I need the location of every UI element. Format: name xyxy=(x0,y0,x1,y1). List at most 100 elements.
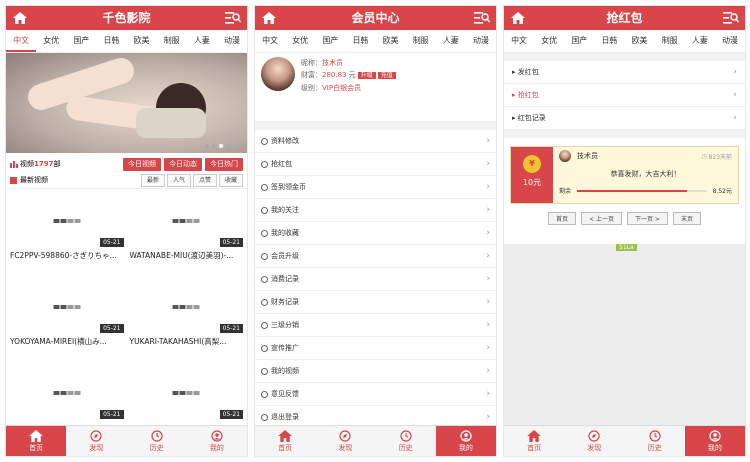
tab-wife[interactable]: 人妻 xyxy=(685,30,715,52)
tab-chinese[interactable]: 中文 xyxy=(504,30,534,52)
tab-jpkr[interactable]: 日韩 xyxy=(594,30,624,52)
video-card[interactable]: 05-21 WATANABE-MIU(渡辺美羽)-... xyxy=(129,189,244,275)
first-page-button[interactable]: 首页 xyxy=(548,212,577,225)
home-icon[interactable] xyxy=(12,10,28,26)
menu-redpacket-records[interactable]: ▸ 红包记录 › xyxy=(504,107,745,130)
menu-checkin[interactable]: 签到领金币 › xyxy=(255,176,496,199)
tab-uniform[interactable]: 制服 xyxy=(157,30,187,52)
home-icon[interactable] xyxy=(510,10,526,26)
tab-western[interactable]: 欧美 xyxy=(625,30,655,52)
last-page-button[interactable]: 末页 xyxy=(672,212,701,225)
menu-favorites[interactable]: 我的收藏 › xyxy=(255,222,496,245)
redpacket-envelope[interactable]: ¥ 10元 xyxy=(511,147,553,203)
video-card[interactable]: 05-21 FC2PPV-598860-さぎりちゃ... xyxy=(10,189,124,275)
menu-spending[interactable]: 消费记录 › xyxy=(255,268,496,291)
nav-home[interactable]: 首页 xyxy=(6,426,67,456)
tab-domestic[interactable]: 国产 xyxy=(564,30,594,52)
banner-image[interactable] xyxy=(6,53,247,153)
nav-home[interactable]: 首页 xyxy=(504,426,564,456)
nav-history[interactable]: 历史 xyxy=(376,426,436,456)
menu-grab-redpacket[interactable]: ▸ 抢红包 › xyxy=(504,84,745,107)
tab-anime[interactable]: 动漫 xyxy=(715,30,745,52)
tab-actress[interactable]: 女优 xyxy=(36,30,66,52)
carousel-dots[interactable] xyxy=(205,144,237,148)
post-time: 823天前 xyxy=(708,153,732,161)
tab-chinese[interactable]: 中文 xyxy=(255,30,285,52)
menu-promote[interactable]: 宣传推广 › xyxy=(255,337,496,360)
sort-latest-button[interactable]: 最新 xyxy=(140,173,165,187)
sort-likes-button[interactable]: 点赞 xyxy=(192,173,217,187)
home-icon[interactable] xyxy=(261,10,277,26)
next-page-button[interactable]: 下一页 > xyxy=(627,212,668,225)
video-thumbnail[interactable]: 05-21 xyxy=(129,189,243,249)
video-title[interactable]: WATANABE-MIU(渡辺美羽)-... xyxy=(130,249,244,263)
upgrade-button[interactable]: 升级 xyxy=(357,72,376,79)
nav-label: 发现 xyxy=(89,444,104,452)
avatar[interactable] xyxy=(261,57,295,91)
chevron-right-icon: › xyxy=(486,274,490,284)
menu-follows[interactable]: 我的关注 › xyxy=(255,199,496,222)
tab-wife[interactable]: 人妻 xyxy=(436,30,466,52)
tab-jpkr[interactable]: 日韩 xyxy=(345,30,375,52)
nav-label: 首页 xyxy=(278,444,293,452)
nav-mine[interactable]: 我的 xyxy=(684,426,745,456)
video-count: 1797 xyxy=(34,160,54,168)
tab-domestic[interactable]: 国产 xyxy=(315,30,345,52)
tab-wife[interactable]: 人妻 xyxy=(187,30,217,52)
menu-upgrade[interactable]: 会员升级 › xyxy=(255,245,496,268)
menu-grab-redpacket[interactable]: 抢红包 › xyxy=(255,153,496,176)
tab-anime[interactable]: 动漫 xyxy=(466,30,496,52)
video-title[interactable]: YUKARI-TAKAHASHI(高梨... xyxy=(130,335,244,349)
tab-actress[interactable]: 女优 xyxy=(285,30,315,52)
video-card[interactable]: 05-21 YUKARI-TAKAHASHI(高梨... xyxy=(129,275,244,361)
video-card[interactable]: 05-21 YOKOYAMA-MIREI(横山み... xyxy=(10,275,124,361)
menu-feedback[interactable]: 意见反馈 › xyxy=(255,383,496,406)
tab-actress[interactable]: 女优 xyxy=(534,30,564,52)
menu-distribution[interactable]: 三级分销 › xyxy=(255,314,496,337)
nav-discover[interactable]: 发现 xyxy=(66,426,126,456)
nav-mine[interactable]: 我的 xyxy=(187,426,247,456)
video-thumbnail[interactable]: 05-21 xyxy=(10,275,124,335)
search-menu-icon[interactable] xyxy=(474,11,490,25)
nav-discover[interactable]: 发现 xyxy=(315,426,375,456)
tab-uniform[interactable]: 制服 xyxy=(406,30,436,52)
menu-send-redpacket[interactable]: ▸ 发红包 › xyxy=(504,61,745,84)
video-title[interactable]: FC2PPV-598860-さぎりちゃ... xyxy=(10,249,124,263)
video-thumbnail[interactable]: 05-21 xyxy=(10,361,124,421)
today-hot-button[interactable]: 今日热门 xyxy=(205,157,243,171)
tab-western[interactable]: 欧美 xyxy=(127,30,157,52)
menu-my-videos[interactable]: 我的视频 › xyxy=(255,360,496,383)
sort-popular-button[interactable]: 人气 xyxy=(166,173,191,187)
remain-progress-fill xyxy=(577,189,688,192)
nav-mine[interactable]: 我的 xyxy=(435,426,496,456)
nav-discover[interactable]: 发现 xyxy=(564,426,624,456)
menu-edit-profile[interactable]: 资料修改 › xyxy=(255,130,496,153)
tab-anime[interactable]: 动漫 xyxy=(217,30,247,52)
tab-chinese[interactable]: 中文 xyxy=(6,30,37,52)
category-tabs: 中文 女优 国产 日韩 欧美 制服 人妻 动漫 xyxy=(504,30,745,53)
tab-uniform[interactable]: 制服 xyxy=(655,30,685,52)
video-thumbnail[interactable]: 05-21 xyxy=(10,189,124,249)
nav-label: 首页 xyxy=(29,444,44,452)
nav-history[interactable]: 历史 xyxy=(127,426,187,456)
search-menu-icon[interactable] xyxy=(225,11,241,25)
today-videos-button[interactable]: 今日视频 xyxy=(123,157,161,171)
nav-history[interactable]: 历史 xyxy=(625,426,685,456)
video-title[interactable]: YOKOYAMA-MIREI(横山み... xyxy=(10,335,124,349)
menu-label: 资料修改 xyxy=(271,137,299,145)
bottom-nav: 首页 发现 历史 我的 xyxy=(504,425,745,456)
search-menu-icon[interactable] xyxy=(723,11,739,25)
history-icon xyxy=(261,275,268,283)
redpacket-card[interactable]: ¥ 10元 技术员 ◷ 823天前 恭喜发财，大吉大利！ 剩余 8.52元 xyxy=(510,146,739,204)
nav-home[interactable]: 首页 xyxy=(255,426,315,456)
video-thumbnail[interactable]: 05-21 xyxy=(129,361,243,421)
today-activity-button[interactable]: 今日动态 xyxy=(164,157,202,171)
tab-jpkr[interactable]: 日韩 xyxy=(96,30,126,52)
menu-finance[interactable]: 财务记录 › xyxy=(255,291,496,314)
prev-page-button[interactable]: < 上一页 xyxy=(581,212,622,225)
tab-domestic[interactable]: 国产 xyxy=(66,30,96,52)
recharge-button[interactable]: 充值 xyxy=(377,72,396,79)
video-thumbnail[interactable]: 05-21 xyxy=(129,275,243,335)
tab-western[interactable]: 欧美 xyxy=(376,30,406,52)
sort-favorites-button[interactable]: 收藏 xyxy=(218,173,243,187)
